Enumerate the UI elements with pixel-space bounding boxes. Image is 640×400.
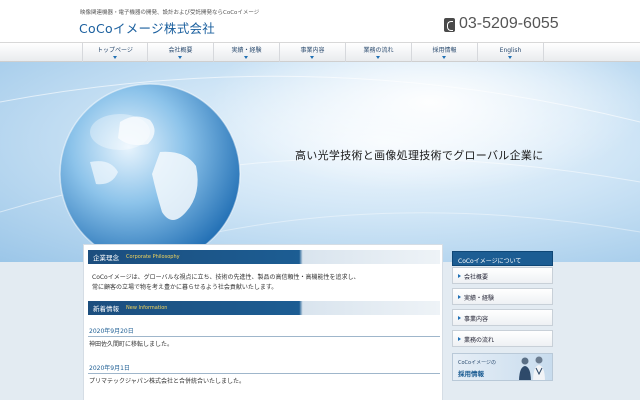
chevron-down-icon bbox=[376, 56, 380, 59]
phone-icon bbox=[444, 18, 455, 32]
nav-item-company[interactable]: 会社概要 bbox=[148, 43, 214, 62]
triangle-right-icon bbox=[458, 274, 461, 278]
philosophy-text: CoCoイメージは、グローバルな視点に立ち、技術の先進性、製品の高信頼性・高機能… bbox=[92, 273, 432, 293]
philosophy-line: 常に顧客の立場で物を考え豊かに暮らせるよう社会貢献いたします。 bbox=[92, 284, 278, 291]
recruit-banner-line1: CoCoイメージの bbox=[458, 360, 497, 366]
phone-number[interactable]: 03-5209-6055 bbox=[459, 15, 559, 33]
news-header: 新着情報 New Information bbox=[88, 301, 440, 315]
site-tagline: 映像関連機器・電子機器の開発、設計および受託開発ならCoCoイメージ bbox=[80, 10, 260, 16]
recruit-banner[interactable]: CoCoイメージの 採用情報 bbox=[452, 353, 553, 381]
nav-item-achievements[interactable]: 実績・経験 bbox=[214, 43, 280, 62]
sidebar-item-company[interactable]: 会社概要 bbox=[452, 267, 553, 284]
nav-item-workflow[interactable]: 業務の流れ bbox=[346, 43, 412, 62]
nav-item-english[interactable]: English bbox=[478, 43, 544, 62]
chevron-down-icon bbox=[310, 56, 314, 59]
hero-banner: 高い光学技術と画像処理技術でグローバル企業に bbox=[0, 62, 640, 262]
triangle-right-icon bbox=[458, 316, 461, 320]
chevron-down-icon bbox=[244, 56, 248, 59]
site-logo[interactable]: CoCoイメージ株式会社 bbox=[79, 18, 215, 37]
nav-item-label: English bbox=[499, 47, 522, 54]
nav-item-label: トップページ bbox=[97, 47, 133, 54]
hero-headline: 高い光学技術と画像処理技術でグローバル企業に bbox=[295, 149, 544, 162]
sidebar-header: CoCoイメージについて bbox=[452, 251, 553, 266]
nav-item-label: 実績・経験 bbox=[231, 47, 262, 54]
sidebar-item-label: 業務の流れ bbox=[464, 337, 495, 344]
nav-item-label: 採用情報 bbox=[432, 47, 457, 54]
sidebar-item-label: 会社概要 bbox=[464, 274, 489, 281]
philosophy-title: 企業理念 bbox=[93, 254, 119, 262]
chevron-down-icon bbox=[508, 56, 512, 59]
nav-item-label: 業務の流れ bbox=[363, 47, 394, 54]
news-title: 新着情報 bbox=[93, 305, 119, 313]
recruit-banner-line2: 採用情報 bbox=[458, 370, 484, 378]
news-date: 2020年9月1日 bbox=[88, 363, 440, 374]
news-item-text[interactable]: 神田佐久間町に移転しました。 bbox=[89, 339, 173, 348]
sidebar-item-label: 事業内容 bbox=[464, 316, 489, 323]
news-subtitle: New Information bbox=[126, 304, 168, 311]
people-image bbox=[519, 356, 545, 380]
sidebar-title: CoCoイメージについて bbox=[458, 257, 522, 265]
philosophy-line: CoCoイメージは、グローバルな視点に立ち、技術の先進性、製品の高信頼性・高機能… bbox=[92, 274, 360, 281]
site-header: 映像関連機器・電子機器の開発、設計および受託開発ならCoCoイメージ CoCoイ… bbox=[0, 0, 640, 42]
nav-item-recruit[interactable]: 採用情報 bbox=[412, 43, 478, 62]
nav-item-top[interactable]: トップページ bbox=[82, 43, 148, 62]
main-nav: トップページ 会社概要 実績・経験 事業内容 業務の流れ 採用情報 Englis… bbox=[0, 42, 640, 62]
philosophy-header: 企業理念 Corporate Philosophy bbox=[88, 250, 440, 264]
nav-item-business[interactable]: 事業内容 bbox=[280, 43, 346, 62]
sidebar: CoCoイメージについて 会社概要 実績・経験 事業内容 業務の流れ CoCoイ… bbox=[452, 248, 553, 398]
sidebar-item-workflow[interactable]: 業務の流れ bbox=[452, 330, 553, 347]
triangle-right-icon bbox=[458, 295, 461, 299]
philosophy-subtitle: Corporate Philosophy bbox=[126, 253, 180, 260]
news-item-text[interactable]: プリマテックジャパン株式会社と合併統合いたしました。 bbox=[89, 376, 245, 385]
nav-item-label: 事業内容 bbox=[300, 47, 325, 54]
chevron-down-icon bbox=[442, 56, 446, 59]
sidebar-item-achievements[interactable]: 実績・経験 bbox=[452, 288, 553, 305]
news-date: 2020年9月20日 bbox=[88, 326, 440, 337]
chevron-down-icon bbox=[113, 56, 117, 59]
sidebar-item-label: 実績・経験 bbox=[464, 295, 495, 302]
nav-item-label: 会社概要 bbox=[168, 47, 193, 54]
chevron-down-icon bbox=[178, 56, 182, 59]
sidebar-item-business[interactable]: 事業内容 bbox=[452, 309, 553, 326]
main-column: 企業理念 Corporate Philosophy CoCoイメージは、グローバ… bbox=[83, 244, 443, 400]
triangle-right-icon bbox=[458, 337, 461, 341]
